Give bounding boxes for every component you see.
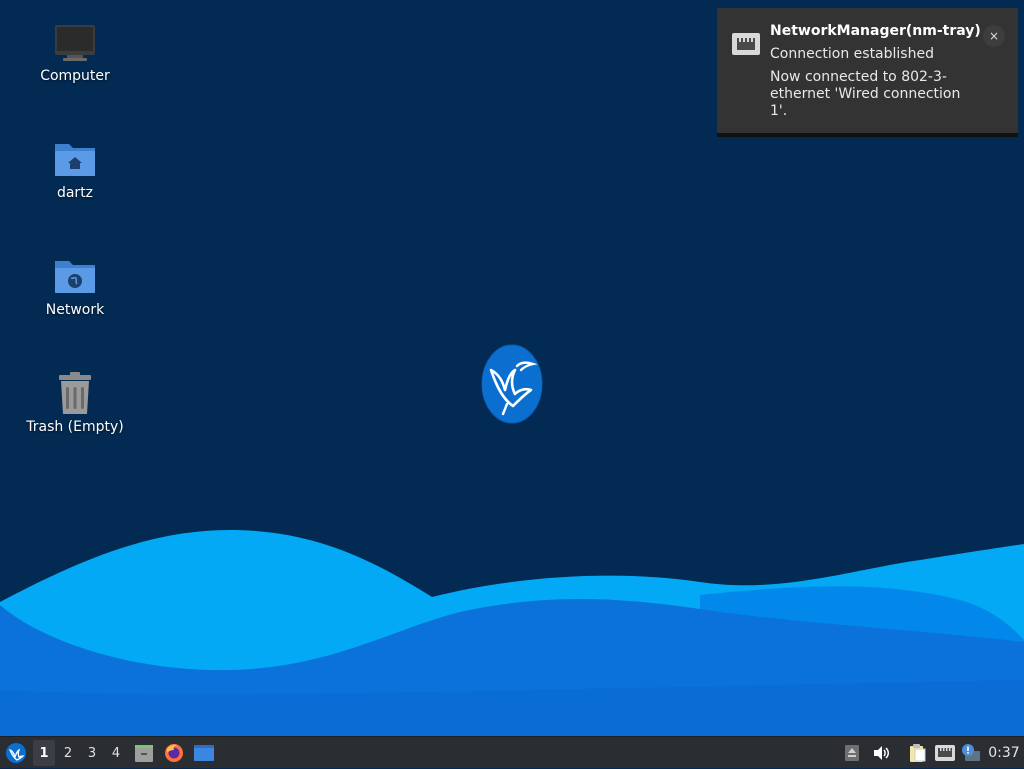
trash-icon — [53, 371, 97, 415]
file-manager-launcher[interactable] — [132, 737, 156, 769]
show-desktop-icon — [194, 745, 214, 761]
desktop-icon-label: Trash (Empty) — [26, 419, 124, 435]
notification-summary: Connection established — [770, 46, 934, 62]
clock-text: 0:37 — [988, 745, 1020, 761]
update-notifier-icon — [962, 744, 980, 761]
desktop-icon-computer[interactable]: Computer — [15, 20, 135, 84]
notification-title: NetworkManager(nm-tray) — [770, 23, 981, 39]
desktop-icon-network[interactable]: Network — [15, 254, 135, 318]
desktop-icon-label: Network — [45, 302, 105, 318]
network-icon — [935, 745, 955, 761]
taskbar: 1 2 3 4 0:37 — [0, 736, 1024, 768]
volume-icon — [874, 746, 889, 760]
network-tray-button[interactable] — [933, 737, 957, 769]
desktop-icon-trash[interactable]: Trash (Empty) — [15, 371, 135, 435]
update-notifier-button[interactable] — [960, 737, 982, 769]
lubuntu-bird-logo — [481, 344, 543, 424]
network-folder-icon — [53, 254, 97, 298]
desktop-icon-home[interactable]: dartz — [15, 137, 135, 201]
wired-network-icon — [731, 30, 761, 60]
file-manager-icon — [135, 745, 153, 762]
notification-popup[interactable]: NetworkManager(nm-tray) × Connection est… — [717, 8, 1018, 137]
computer-icon — [53, 20, 97, 64]
firefox-launcher[interactable] — [162, 737, 186, 769]
clock[interactable]: 0:37 — [986, 737, 1022, 769]
desktop-icon-label: Computer — [40, 68, 110, 84]
notification-body: Now connected to 802-3-ethernet 'Wired c… — [770, 69, 961, 119]
home-folder-icon — [53, 137, 97, 181]
volume-button[interactable] — [870, 737, 892, 769]
eject-icon — [845, 745, 859, 761]
workspace-1[interactable]: 1 — [33, 740, 55, 766]
workspace-3[interactable]: 3 — [81, 737, 103, 769]
workspace-2[interactable]: 2 — [57, 737, 79, 769]
workspace-4[interactable]: 4 — [105, 737, 127, 769]
firefox-icon — [165, 744, 183, 762]
start-menu-button[interactable] — [3, 737, 29, 769]
desktop-icon-label: dartz — [56, 185, 94, 201]
eject-button[interactable] — [842, 737, 862, 769]
show-desktop-button[interactable] — [192, 737, 216, 769]
clipboard-button[interactable] — [906, 737, 928, 769]
lubuntu-menu-icon — [6, 743, 26, 763]
notification-close-button[interactable]: × — [983, 25, 1005, 47]
clipboard-icon — [910, 744, 926, 762]
